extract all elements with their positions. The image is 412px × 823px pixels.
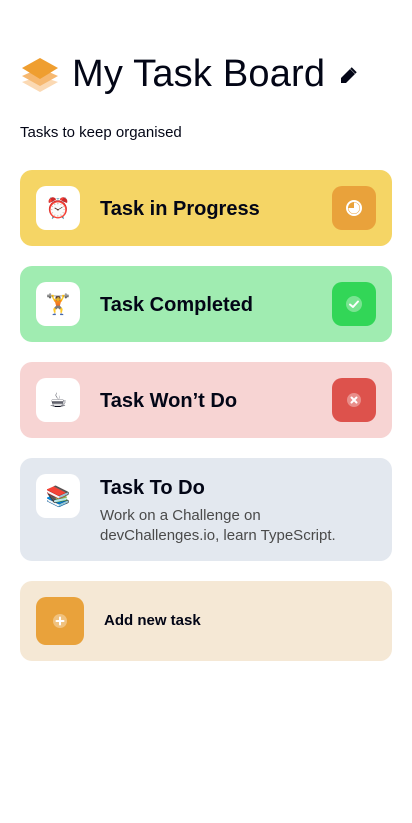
task-card-completed[interactable]: 🏋️ Task Completed [20,266,392,342]
task-card-in-progress[interactable]: ⏰ Task in Progress [20,170,392,246]
coffee-icon: ☕ [36,378,80,422]
page-title: My Task Board [72,53,326,95]
books-icon: 📚 [36,474,80,518]
add-icon-box [36,597,84,645]
task-card-to-do[interactable]: 📚 Task To Do Work on a Challenge on devC… [20,458,392,561]
task-title: Task in Progress [100,198,260,220]
stacked-layers-icon [22,58,58,92]
page-header: My Task Board [20,52,357,96]
weightlifter-icon: 🏋️ [36,282,80,326]
task-card-wont-do[interactable]: ☕ Task Won’t Do [20,362,392,438]
close-icon [347,393,361,407]
task-title: Task Won’t Do [100,390,238,412]
task-title: Task To Do [100,477,205,499]
add-task-button[interactable]: Add new task [20,581,392,661]
status-badge-completed [332,282,376,326]
plus-icon [53,614,67,628]
clock-progress-icon [346,200,362,216]
page-subtitle: Tasks to keep organised [20,124,182,141]
status-badge-wont-do [332,378,376,422]
alarm-clock-icon: ⏰ [36,186,80,230]
add-task-label: Add new task [104,612,201,629]
check-icon [346,296,362,312]
task-title: Task Completed [100,294,253,316]
task-description: Work on a Challenge on devChallenges.io,… [100,507,336,544]
pencil-icon[interactable] [339,67,357,85]
status-badge-in-progress [332,186,376,230]
